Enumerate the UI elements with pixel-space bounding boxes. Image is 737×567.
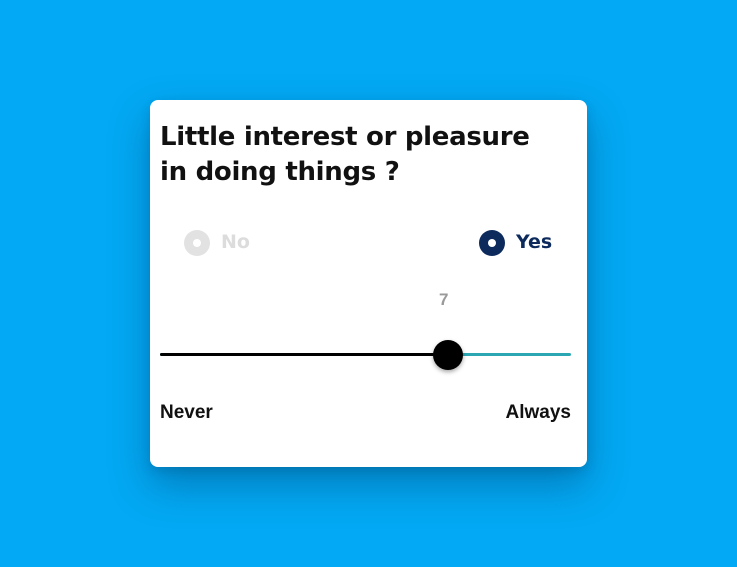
option-yes[interactable]: Yes xyxy=(479,228,552,256)
slider-value-label: 7 xyxy=(438,290,449,309)
radio-no-icon[interactable] xyxy=(184,230,210,256)
slider-track-fill xyxy=(160,353,448,356)
question-card: Little interest or pleasure in doing thi… xyxy=(150,100,587,467)
radio-yes-icon[interactable] xyxy=(479,230,505,256)
slider-thumb[interactable] xyxy=(432,340,463,370)
slider-min-label: Never xyxy=(160,402,213,423)
option-no-label: No xyxy=(221,231,250,253)
slider-track[interactable] xyxy=(160,353,571,356)
slider-max-label: Always xyxy=(505,402,571,423)
option-no[interactable]: No xyxy=(184,228,250,256)
option-yes-label: Yes xyxy=(516,231,553,253)
question-title: Little interest or pleasure in doing thi… xyxy=(160,122,530,187)
